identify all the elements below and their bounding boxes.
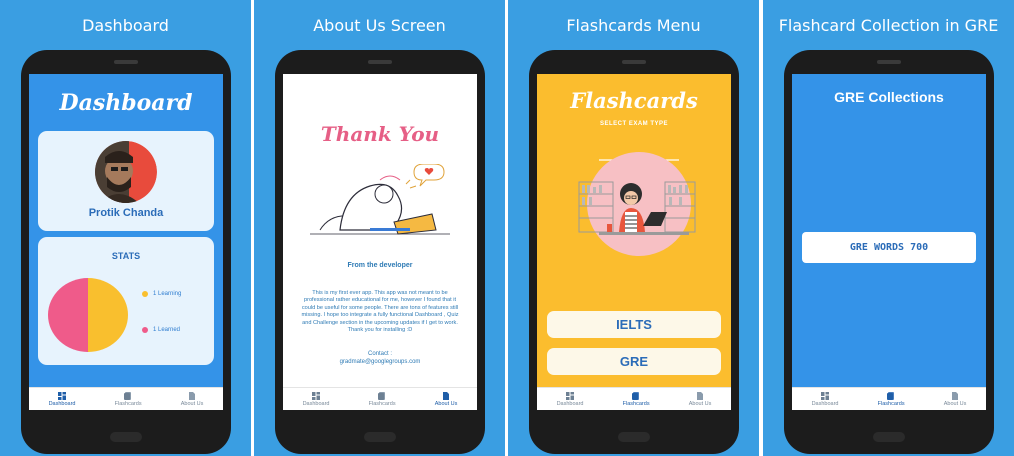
stats-title: STATS (111, 251, 141, 261)
pie-slice-learning (88, 278, 128, 352)
nav-about[interactable]: About Us (943, 391, 967, 407)
stats-pie-chart (48, 278, 128, 352)
phone-home-button (110, 432, 142, 442)
panel-dashboard: Dashboard Dashboard Protik Chanda STATS … (0, 0, 251, 456)
panel-title: Flashcard Collection in GRE (778, 16, 999, 35)
phone-home-button (618, 432, 650, 442)
phone-frame: GRE Collections GRE WORDS 700 Dashboard … (784, 50, 994, 454)
contact-email[interactable]: gradmate@googlegroups.com (283, 359, 477, 365)
panel-title: Dashboard (82, 16, 169, 35)
user-name: Protik Chanda (88, 207, 164, 219)
panel-about: About Us Screen Thank You From the devel… (254, 0, 505, 456)
legend-learning-swatch (142, 291, 148, 297)
nav-dashboard[interactable]: Dashboard (302, 391, 330, 407)
bottom-nav: Dashboard Flashcards About Us (537, 387, 731, 410)
flashcards-icon (632, 391, 640, 400)
flashcards-icon (124, 391, 132, 400)
pie-slice-learned (48, 278, 88, 352)
select-exam-subtitle: SELECT EXAM TYPE (599, 121, 668, 127)
developer-illustration (310, 164, 450, 235)
thank-you-title: Thank You (320, 122, 440, 146)
collection-item[interactable]: GRE WORDS 700 (802, 232, 976, 263)
dashboard-header: Dashboard (59, 90, 193, 116)
nav-dashboard-label: Dashboard (556, 400, 584, 407)
nav-flashcards[interactable]: Flashcards (877, 391, 905, 407)
legend-learning: 1 Learning (142, 291, 181, 297)
dashboard-icon (312, 391, 321, 400)
nav-flashcards[interactable]: Flashcards (622, 391, 650, 407)
nav-flashcards-label: Flashcards (114, 400, 142, 407)
bottom-nav: Dashboard Flashcards About Us (792, 387, 986, 410)
nav-dashboard-label: Dashboard (302, 400, 330, 407)
document-icon (189, 391, 196, 400)
phone-home-button (873, 432, 905, 442)
nav-dashboard[interactable]: Dashboard (811, 391, 839, 407)
from-developer: From the developer (347, 262, 413, 269)
phone-speaker (877, 60, 901, 64)
flashcards-icon (378, 391, 386, 400)
nav-about[interactable]: About Us (180, 391, 204, 407)
nav-flashcards-label: Flashcards (368, 400, 396, 407)
nav-about-label: About Us (180, 400, 204, 407)
gre-header: GRE Collections (834, 89, 944, 105)
document-icon (443, 391, 450, 400)
profile-card[interactable]: Protik Chanda (38, 131, 214, 231)
phone-frame: Flashcards SELECT EXAM TYPE IELTS GRE Da… (529, 50, 739, 454)
panel-flashcards: Flashcards Menu Flashcards SELECT EXAM T… (508, 0, 759, 456)
contact-label: Contact : (367, 351, 392, 357)
flashcards-icon (887, 391, 895, 400)
gre-screen: GRE Collections GRE WORDS 700 Dashboard … (792, 74, 986, 410)
dashboard-icon (821, 391, 830, 400)
phone-frame: Thank You From the developer This is my … (275, 50, 485, 454)
nav-dashboard-label: Dashboard (48, 400, 76, 407)
document-icon (952, 391, 959, 400)
phone-speaker (114, 60, 138, 64)
flashcards-screen: Flashcards SELECT EXAM TYPE IELTS GRE Da… (537, 74, 731, 410)
nav-flashcards-label: Flashcards (877, 400, 905, 407)
bottom-nav: Dashboard Flashcards About Us (283, 387, 477, 410)
nav-about-label: About Us (688, 400, 712, 407)
nav-flashcards[interactable]: Flashcards (368, 391, 396, 407)
nav-dashboard[interactable]: Dashboard (48, 391, 76, 407)
panel-gre: Flashcard Collection in GRE GRE Collecti… (763, 0, 1014, 456)
dashboard-icon (566, 391, 575, 400)
dashboard-icon (58, 391, 67, 400)
nav-flashcards[interactable]: Flashcards (114, 391, 142, 407)
exam-button-ielts[interactable]: IELTS (547, 311, 721, 338)
exam-button-gre[interactable]: GRE (547, 348, 721, 375)
nav-about-label: About Us (943, 400, 967, 407)
panel-title: Flashcards Menu (566, 16, 701, 35)
avatar (95, 141, 157, 203)
flashcards-header: Flashcards (570, 88, 698, 113)
nav-dashboard[interactable]: Dashboard (556, 391, 584, 407)
legend-learned-label: 1 Learned (153, 327, 181, 333)
nav-dashboard-label: Dashboard (811, 400, 839, 407)
document-icon (697, 391, 704, 400)
phone-speaker (368, 60, 392, 64)
stats-card: STATS 1 Learning 1 Learned (38, 237, 214, 365)
nav-flashcards-label: Flashcards (622, 400, 650, 407)
about-paragraph: This is my first ever app. This app was … (301, 290, 459, 334)
dashboard-screen: Dashboard Protik Chanda STATS 1 Learning… (29, 74, 223, 410)
about-screen: Thank You From the developer This is my … (283, 74, 477, 410)
phone-home-button (364, 432, 396, 442)
nav-about-label: About Us (434, 400, 458, 407)
study-illustration (578, 152, 696, 256)
nav-about[interactable]: About Us (688, 391, 712, 407)
legend-learning-label: 1 Learning (153, 291, 182, 297)
nav-about[interactable]: About Us (434, 391, 458, 407)
panel-title: About Us Screen (313, 16, 446, 35)
legend-learned-swatch (142, 327, 148, 333)
legend-learned: 1 Learned (142, 327, 180, 333)
phone-frame: Dashboard Protik Chanda STATS 1 Learning… (21, 50, 231, 454)
phone-speaker (622, 60, 646, 64)
bottom-nav: Dashboard Flashcards About Us (29, 387, 223, 410)
